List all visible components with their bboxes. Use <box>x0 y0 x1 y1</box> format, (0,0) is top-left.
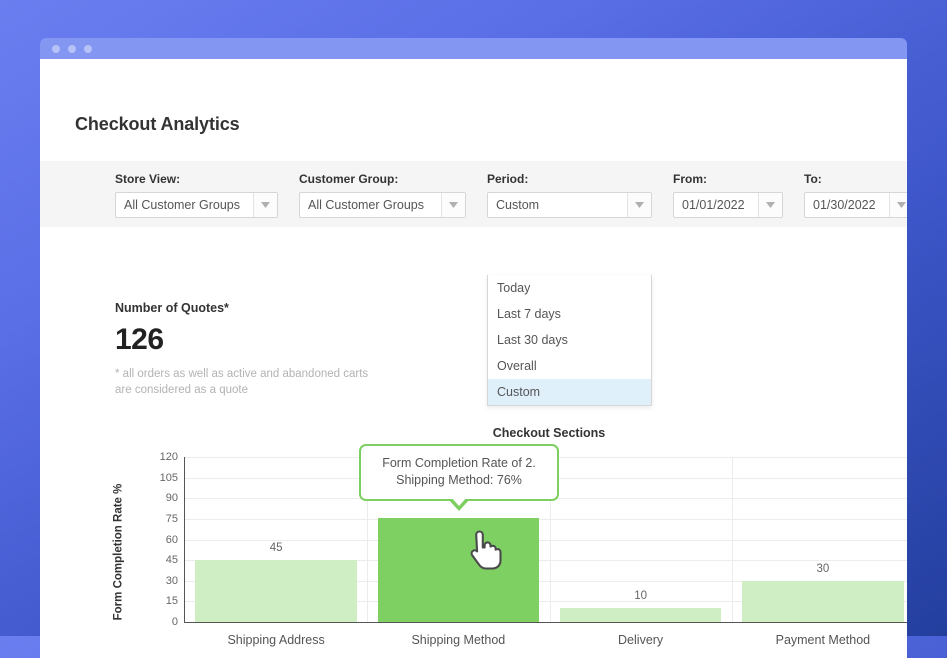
from-date-select[interactable]: 01/01/2022 <box>673 192 783 218</box>
tooltip-line-2: Shipping Method: 76% <box>396 473 522 487</box>
chart-tooltip: Form Completion Rate of 2. Shipping Meth… <box>359 444 559 511</box>
chart-y-tick-label: 30 <box>165 574 178 587</box>
period-select[interactable]: Custom <box>487 192 652 218</box>
chart-gridline <box>185 539 907 541</box>
to-date-value: 01/30/2022 <box>813 198 876 212</box>
chart-bar[interactable]: 30 Payment Method <box>742 563 904 647</box>
tooltip-line-1: Form Completion Rate of 2. <box>382 456 536 470</box>
store-view-label: Store View: <box>115 172 181 186</box>
filter-store-view: Store View: All Customer Groups <box>115 172 278 218</box>
page-title: Checkout Analytics <box>75 114 240 134</box>
chart-category-separator <box>731 457 733 622</box>
chart-title: Checkout Sections <box>492 426 606 440</box>
period-option-today[interactable]: Today <box>488 275 651 301</box>
maximize-dot-icon[interactable] <box>84 44 92 53</box>
chart-bar-value-label: 45 <box>269 542 283 555</box>
period-dropdown-menu[interactable]: Today Last 7 days Last 30 days Overall Custo… <box>487 275 652 406</box>
period-value: Custom <box>496 198 540 212</box>
chart-bar[interactable]: 45 Shipping Address <box>195 542 357 647</box>
chevron-down-icon[interactable] <box>889 193 907 217</box>
chevron-down-icon[interactable] <box>253 193 277 217</box>
store-view-value: All Customer Groups <box>124 198 241 212</box>
filter-to-date: To: 01/30/2022 <box>804 172 907 218</box>
customer-group-value: All Customer Groups <box>308 198 425 212</box>
window-titlebar <box>40 38 907 59</box>
chart-y-tick-label: 45 <box>165 554 178 567</box>
chart-y-tick-label: 15 <box>165 595 178 608</box>
chart-y-tick-label: 60 <box>165 533 178 546</box>
to-date-label: To: <box>804 172 822 186</box>
to-date-select[interactable]: 01/30/2022 <box>804 192 907 218</box>
chart-gridline <box>185 518 907 520</box>
customer-group-label: Customer Group: <box>299 172 399 186</box>
chart-x-category-label: Shipping Method <box>411 633 506 647</box>
tooltip-arrow-inner-icon <box>451 497 467 506</box>
chart-bar-value-label: 10 <box>634 590 647 603</box>
chart-x-category-label: Delivery <box>618 633 664 647</box>
chart-y-axis-title-text: Form Completion Rate % <box>112 483 125 620</box>
filter-from-date: From: 01/01/2022 <box>673 172 783 218</box>
chart-y-tick-label: 90 <box>165 492 178 505</box>
period-option-overall[interactable]: Overall <box>488 353 651 379</box>
chart-y-axis-title: Form Completion Rate % <box>110 469 126 634</box>
chart-y-tick-label: 0 <box>171 616 178 628</box>
chart-bar[interactable]: Shipping Method <box>377 517 539 647</box>
period-option-last-7-days[interactable]: Last 7 days <box>488 301 651 327</box>
filter-bar: Store View: All Customer Groups Customer… <box>40 161 907 227</box>
kpi-label: Number of Quotes* <box>115 301 229 315</box>
filter-period: Period: Custom <box>487 172 652 218</box>
chevron-down-icon[interactable] <box>627 193 651 217</box>
period-option-last-30-days[interactable]: Last 30 days <box>488 327 651 353</box>
chevron-down-icon[interactable] <box>758 193 782 217</box>
kpi-value: 126 <box>115 323 164 356</box>
customer-group-select[interactable]: All Customer Groups <box>299 192 466 218</box>
store-view-select[interactable]: All Customer Groups <box>115 192 278 218</box>
page-content: Checkout Analytics Store View: All Custo… <box>40 59 907 658</box>
from-date-label: From: <box>673 172 707 186</box>
chart-y-tick-label: 75 <box>165 512 178 525</box>
chart-bar[interactable]: 10 Delivery <box>559 590 722 647</box>
chart-bar-value-label: 30 <box>816 562 830 575</box>
from-date-value: 01/01/2022 <box>682 198 745 212</box>
chart-y-tick-label: 120 <box>159 451 178 463</box>
kpi-number-of-quotes: Number of Quotes* 126 * all orders as we… <box>115 301 455 398</box>
chart-x-category-label: Payment Method <box>775 633 871 647</box>
chart-x-category-label: Shipping Address <box>227 633 325 647</box>
period-option-custom[interactable]: Custom <box>488 379 651 405</box>
close-dot-icon[interactable] <box>52 44 60 53</box>
filter-customer-group: Customer Group: All Customer Groups <box>299 172 466 218</box>
chevron-down-icon[interactable] <box>441 193 465 217</box>
minimize-dot-icon[interactable] <box>68 44 76 53</box>
chart-y-tick-label: 105 <box>159 471 178 484</box>
browser-window: Checkout Analytics Store View: All Custo… <box>40 38 907 658</box>
kpi-footnote: * all orders as well as active and aband… <box>115 368 369 396</box>
period-label: Period: <box>487 172 529 186</box>
